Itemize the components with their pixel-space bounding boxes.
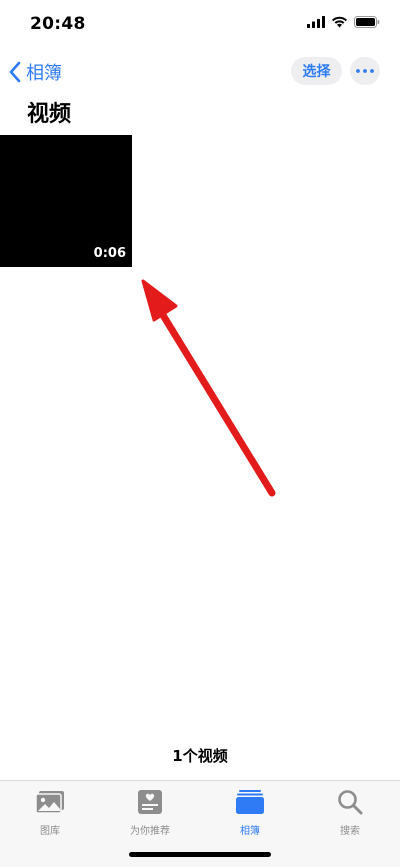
ellipsis-icon <box>356 69 374 73</box>
photo-library-icon <box>35 791 64 814</box>
wifi-icon <box>332 16 347 28</box>
video-count-label: 1个视频 <box>172 747 228 765</box>
albums-icon <box>236 790 264 814</box>
more-button[interactable] <box>350 57 380 85</box>
for-you-icon <box>138 790 162 814</box>
home-indicator[interactable] <box>129 852 271 857</box>
tab-library-label: 图库 <box>40 826 60 837</box>
back-label: 相簿 <box>26 63 62 84</box>
tab-search-label: 搜索 <box>340 826 360 837</box>
back-button[interactable]: 相簿 <box>8 58 62 86</box>
tab-search[interactable]: 搜索 <box>300 789 400 837</box>
tab-albums[interactable]: 相簿 <box>200 789 300 837</box>
status-bar: 20:48 <box>0 0 400 50</box>
status-icons <box>307 16 380 28</box>
page-title: 视频 <box>27 102 72 127</box>
tab-albums-label: 相簿 <box>240 826 260 837</box>
video-thumbnail[interactable]: 0:06 <box>0 135 132 267</box>
cellular-signal-icon <box>307 16 325 28</box>
search-icon <box>338 790 363 815</box>
annotation-arrow <box>141 279 276 497</box>
tab-for-you-label: 为你推荐 <box>130 826 170 837</box>
battery-icon <box>354 16 380 28</box>
video-duration: 0:06 <box>93 246 126 261</box>
tab-for-you[interactable]: 为你推荐 <box>100 789 200 837</box>
chevron-left-icon <box>9 61 21 83</box>
tab-library[interactable]: 图库 <box>0 789 100 837</box>
select-button[interactable]: 选择 <box>291 57 342 85</box>
status-time: 20:48 <box>30 14 86 34</box>
